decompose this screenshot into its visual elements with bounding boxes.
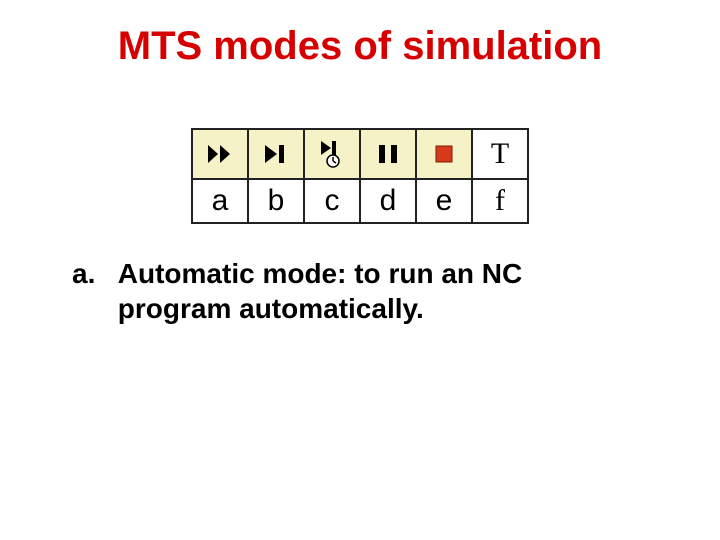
toolbar-cell: T (472, 129, 528, 179)
fast-forward-icon[interactable] (193, 130, 247, 178)
slide: MTS modes of simulation (0, 0, 720, 540)
toolbar-cell (304, 129, 360, 179)
toolbar-cell (416, 129, 472, 179)
mode-description: a. Automatic mode: to run an NC program … (72, 256, 660, 326)
toolbar-cell (360, 129, 416, 179)
skip-to-end-icon[interactable] (249, 130, 303, 178)
page-title: MTS modes of simulation (0, 24, 720, 69)
description-text: Automatic mode: to run an NC program aut… (118, 256, 638, 326)
pause-icon[interactable] (361, 130, 415, 178)
toolbar-label: b (248, 179, 304, 223)
toolbar-label: a (192, 179, 248, 223)
t-mode-glyph: T (491, 137, 509, 171)
toolbar-label: e (416, 179, 472, 223)
toolbar-label: f (472, 179, 528, 223)
toolbar-label: c (304, 179, 360, 223)
frame-advance-icon[interactable] (305, 130, 359, 178)
stop-icon[interactable] (417, 130, 471, 178)
t-mode-icon[interactable]: T (473, 130, 527, 178)
toolbar-cell (192, 129, 248, 179)
toolbar-label: d (360, 179, 416, 223)
simulation-toolbar: T a b c d e f (191, 128, 529, 224)
list-marker: a. (72, 256, 110, 291)
toolbar-cell (248, 129, 304, 179)
